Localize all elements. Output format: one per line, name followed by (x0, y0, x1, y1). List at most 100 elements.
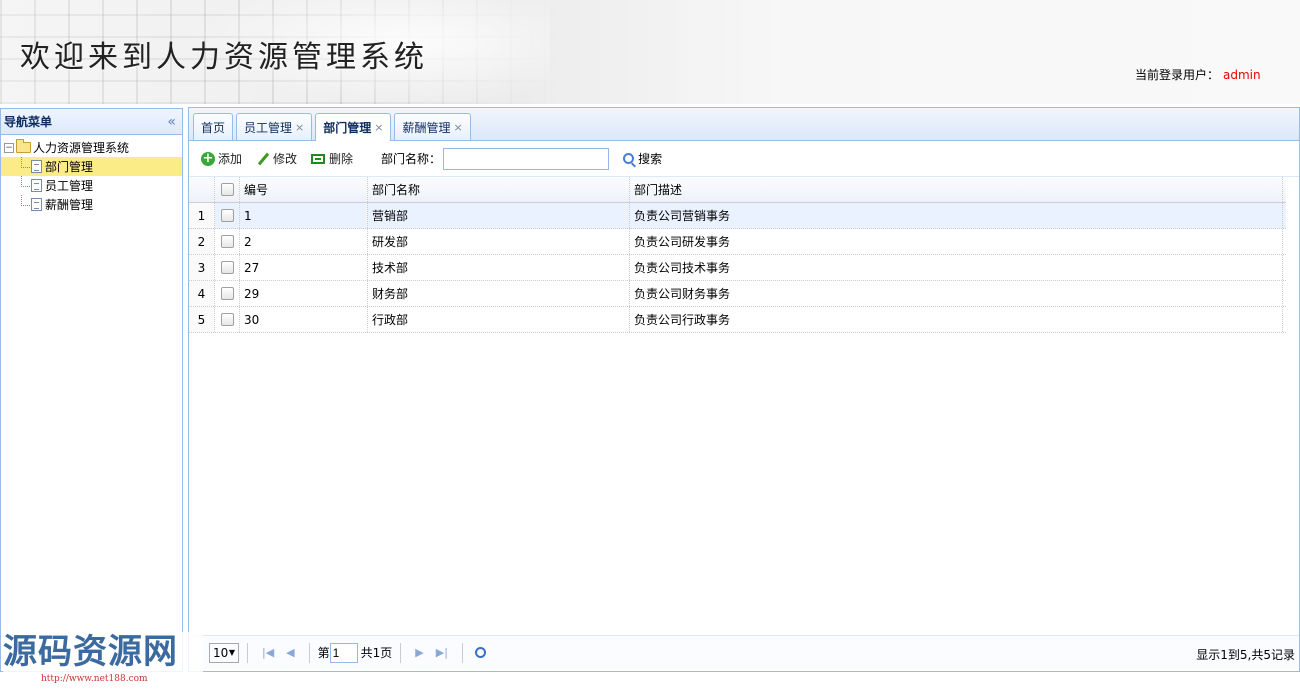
search-button[interactable]: 搜索 (623, 150, 662, 167)
file-icon (31, 179, 42, 192)
cell-desc: 负责公司技术事务 (630, 255, 1283, 280)
row-number: 1 (189, 203, 215, 228)
column-header-desc[interactable]: 部门描述 (630, 177, 1283, 202)
delete-icon (311, 153, 326, 164)
table-row[interactable]: 2 2 研发部 负责公司研发事务 (189, 229, 1286, 255)
tab-label: 薪酬管理 (402, 120, 451, 135)
nav-tree: − 人力资源管理系统 部门管理 员工管理 薪酬管理 (1, 135, 182, 214)
prev-page-icon[interactable]: ◀ (286, 646, 294, 659)
row-checkbox[interactable] (220, 209, 234, 222)
cell-desc: 负责公司财务事务 (630, 281, 1283, 306)
page-size-select[interactable]: 10 ▼ (209, 642, 239, 663)
watermark-url: http://www.net188.com (41, 674, 148, 684)
row-number-header (189, 177, 215, 202)
page-prefix: 第 (317, 646, 330, 660)
cell-id: 2 (240, 229, 368, 254)
page-total: 共1页 (360, 646, 393, 660)
search-label-button: 搜索 (638, 152, 663, 166)
folder-open-icon (16, 139, 31, 153)
cell-id: 27 (240, 255, 368, 280)
delete-label: 删除 (329, 152, 354, 166)
app-header: 欢迎来到人力资源管理系统 当前登录用户： admin (0, 0, 1300, 104)
row-number: 4 (189, 281, 215, 306)
divider (461, 642, 463, 663)
table-row[interactable]: 4 29 财务部 负责公司财务事务 (189, 281, 1286, 307)
add-label: 添加 (218, 152, 243, 166)
watermark: 源码资源网 http://www.net188.com (3, 632, 203, 694)
row-checkbox-cell (215, 203, 240, 228)
row-checkbox-cell (215, 281, 240, 306)
file-icon (31, 198, 42, 211)
nav-header: 导航菜单 « (1, 109, 182, 135)
sidebar-item-salary[interactable]: 薪酬管理 (1, 195, 182, 214)
close-icon[interactable]: × (374, 121, 383, 134)
tab-home[interactable]: 首页 (193, 113, 234, 140)
row-checkbox[interactable] (220, 235, 234, 248)
select-all-checkbox[interactable] (220, 183, 234, 196)
page-size-value: 10 (213, 645, 229, 660)
row-number: 2 (189, 229, 215, 254)
search-label: 部门名称： (381, 152, 442, 166)
table-row[interactable]: 5 30 行政部 负责公司行政事务 (189, 307, 1286, 333)
sidebar-item-label: 部门管理 (45, 160, 94, 174)
pagination-info: 显示1到5,共5记录 (1196, 648, 1295, 662)
tree-root-label: 人力资源管理系统 (33, 141, 130, 155)
first-page-icon[interactable]: |◀ (262, 646, 274, 659)
nav-title: 导航菜单 (4, 115, 53, 129)
close-icon[interactable]: × (295, 121, 304, 134)
divider (400, 642, 402, 663)
login-username: admin (1223, 68, 1261, 82)
next-page-icon[interactable]: ▶ (415, 646, 423, 659)
watermark-logo-text: 源码资源网 (3, 632, 178, 672)
tab-salary[interactable]: 薪酬管理 × (394, 113, 471, 140)
tree-root[interactable]: − 人力资源管理系统 (1, 138, 182, 157)
row-checkbox[interactable] (220, 261, 234, 274)
cell-desc: 负责公司营销事务 (630, 203, 1283, 228)
nav-panel: 导航菜单 « − 人力资源管理系统 部门管理 员工管理 薪酬管理 (0, 108, 183, 672)
table-row[interactable]: 3 27 技术部 负责公司技术事务 (189, 255, 1286, 281)
row-checkbox[interactable] (220, 313, 234, 326)
collapse-tree-icon[interactable]: − (4, 142, 14, 153)
cell-name: 研发部 (368, 229, 630, 254)
row-checkbox-cell (215, 255, 240, 280)
pencil-icon (256, 152, 270, 166)
divider (308, 642, 310, 663)
cell-name: 行政部 (368, 307, 630, 332)
main-panel: 首页 员工管理 × 部门管理 × 薪酬管理 × + 添加 修改 删除 部门名称： 搜索 (188, 107, 1300, 672)
department-table: 编号 部门名称 部门描述 1 1 营销部 负责公司营销事务 2 2 研发部 负责… (189, 177, 1286, 333)
table-row[interactable]: 1 1 营销部 负责公司营销事务 (189, 203, 1286, 229)
cell-desc: 负责公司行政事务 (630, 307, 1283, 332)
row-checkbox-cell (215, 307, 240, 332)
sidebar-item-label: 员工管理 (45, 179, 94, 193)
tab-employee[interactable]: 员工管理 × (236, 113, 313, 140)
collapse-icon[interactable]: « (167, 114, 176, 130)
tab-department[interactable]: 部门管理 × (315, 113, 392, 141)
tab-label: 部门管理 (323, 121, 372, 135)
page-number-input[interactable] (329, 642, 358, 663)
pagination-bar: 10 ▼ |◀ ◀ 第 共1页 ▶ ▶| 显示1到5,共5记录 (189, 635, 1299, 669)
dropdown-arrow-icon: ▼ (228, 648, 235, 657)
delete-button[interactable]: 删除 (311, 150, 353, 167)
divider (247, 642, 248, 663)
column-header-name[interactable]: 部门名称 (368, 177, 630, 202)
tab-label: 首页 (201, 120, 226, 135)
edit-label: 修改 (273, 152, 298, 166)
cell-name: 营销部 (368, 203, 630, 228)
sidebar-item-label: 薪酬管理 (45, 198, 94, 212)
sidebar-item-department[interactable]: 部门管理 (1, 157, 182, 176)
cell-name: 技术部 (368, 255, 630, 280)
add-button[interactable]: + 添加 (201, 150, 242, 167)
department-name-input[interactable] (443, 147, 610, 170)
close-icon[interactable]: × (454, 121, 463, 134)
row-number: 5 (189, 307, 215, 332)
column-header-id[interactable]: 编号 (240, 177, 368, 202)
row-number: 3 (189, 255, 215, 280)
login-info: 当前登录用户： admin (1135, 66, 1261, 83)
cell-id: 30 (240, 307, 368, 332)
cell-id: 1 (240, 203, 368, 228)
last-page-icon[interactable]: ▶| (436, 646, 448, 659)
sidebar-item-employee[interactable]: 员工管理 (1, 176, 182, 195)
row-checkbox[interactable] (220, 287, 234, 300)
edit-button[interactable]: 修改 (256, 150, 297, 167)
refresh-icon[interactable] (474, 647, 486, 658)
